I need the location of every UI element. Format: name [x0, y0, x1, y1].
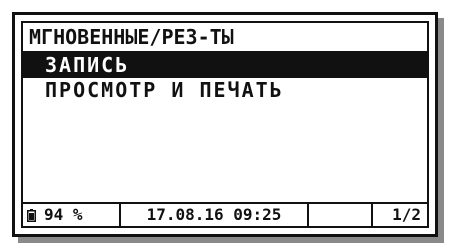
datetime: 17.08.16 09:25	[121, 204, 309, 226]
device-display: МГНОВЕННЫЕ/РЕЗ-ТЫ ЗАПИСЬ ПРОСМОТР И ПЕЧА…	[12, 12, 438, 237]
menu-item-record[interactable]: ЗАПИСЬ	[23, 53, 427, 78]
battery-percent: 94 %	[44, 205, 83, 224]
page-indicator: 1/2	[392, 205, 421, 224]
battery-indicator: 94 %	[23, 204, 121, 226]
status-bar: 94 % 17.08.16 09:25 1/2	[23, 202, 427, 226]
menu-list: ЗАПИСЬ ПРОСМОТР И ПЕЧАТЬ	[23, 53, 427, 103]
battery-icon	[27, 208, 36, 222]
screen-title: МГНОВЕННЫЕ/РЕЗ-ТЫ	[23, 23, 427, 53]
screen-area: МГНОВЕННЫЕ/РЕЗ-ТЫ ЗАПИСЬ ПРОСМОТР И ПЕЧА…	[21, 21, 429, 228]
status-empty-cell	[309, 204, 373, 226]
menu-item-view-print[interactable]: ПРОСМОТР И ПЕЧАТЬ	[23, 78, 427, 103]
